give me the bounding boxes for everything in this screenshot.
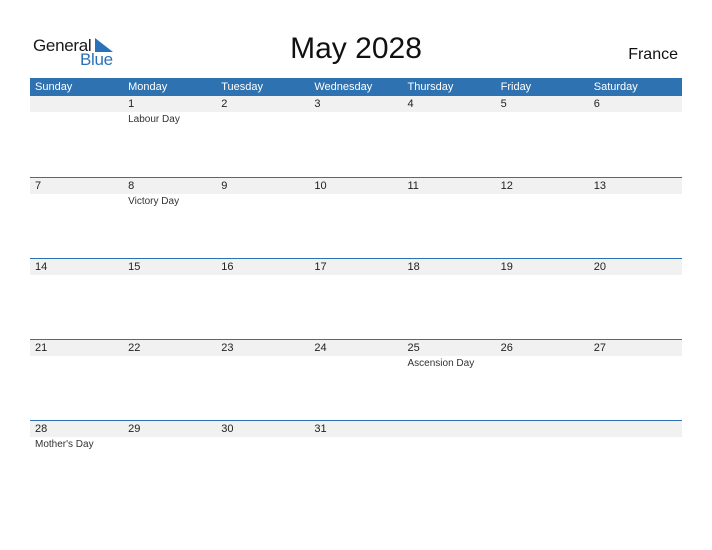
- day-cell: 9: [216, 178, 309, 208]
- day-number: 9: [221, 180, 228, 192]
- day-cell: 22: [123, 340, 216, 370]
- day-cell: 21: [30, 340, 123, 370]
- day-cell: 31: [309, 421, 402, 451]
- day-cell: 10: [309, 178, 402, 208]
- day-cell: 24: [309, 340, 402, 370]
- day-cell: [30, 96, 123, 126]
- day-number: 14: [35, 261, 48, 273]
- week-cells: 1 Labour Day 2 3 4 5 6: [30, 96, 682, 126]
- day-cell: 6: [589, 96, 682, 126]
- day-number: 31: [314, 423, 327, 435]
- day-cell: 17: [309, 259, 402, 276]
- country-label: France: [628, 46, 678, 63]
- weekday-wednesday: Wednesday: [314, 81, 373, 93]
- day-cell: 8 Victory Day: [123, 178, 216, 208]
- week-cells: 14 15 16 17 18 19 20: [30, 259, 682, 276]
- day-number: 15: [128, 261, 141, 273]
- day-number: 25: [407, 342, 420, 354]
- day-cell: 29: [123, 421, 216, 451]
- weekday-thursday: Thursday: [407, 81, 454, 93]
- weekday-tuesday: Tuesday: [221, 81, 264, 93]
- day-number: 18: [407, 261, 420, 273]
- day-number: 3: [314, 98, 321, 110]
- holiday-label: Victory Day: [128, 196, 180, 207]
- day-cell: 7: [30, 178, 123, 208]
- day-number: 7: [35, 180, 42, 192]
- day-number: 16: [221, 261, 234, 273]
- day-cell: [589, 421, 682, 451]
- holiday-label: Labour Day: [128, 114, 180, 125]
- day-number: 26: [500, 342, 513, 354]
- day-cell: 27: [589, 340, 682, 370]
- day-number: 6: [593, 98, 600, 110]
- day-cell: 26: [496, 340, 589, 370]
- day-number: 11: [407, 180, 419, 192]
- weekday-friday: Friday: [500, 81, 532, 93]
- day-cell: [403, 421, 496, 451]
- weekday-monday: Monday: [128, 81, 168, 93]
- day-cell: 20: [589, 259, 682, 276]
- day-number: 30: [221, 423, 234, 435]
- day-number: 19: [500, 261, 513, 273]
- day-cell: 19: [496, 259, 589, 276]
- holiday-label: Ascension Day: [407, 358, 475, 369]
- day-cell: [496, 421, 589, 451]
- day-number: 10: [314, 180, 327, 192]
- week-row: 21 22 23 24 25 Ascension Day 26 27: [30, 339, 682, 420]
- day-number: 24: [314, 342, 327, 354]
- day-number: 21: [35, 342, 48, 354]
- week-cells: 28 Mother's Day 29 30 31: [30, 421, 682, 451]
- day-cell: 23: [216, 340, 309, 370]
- weeks-container: 1 Labour Day 2 3 4 5 6 7 8 Victory Day 9 10 11 12 13 14…: [30, 96, 682, 501]
- day-cell: 14: [30, 259, 123, 276]
- day-number: 20: [593, 261, 606, 273]
- holiday-label: Mother's Day: [35, 439, 94, 450]
- day-cell: 28 Mother's Day: [30, 421, 123, 451]
- day-cell: 30: [216, 421, 309, 451]
- day-number: [594, 421, 682, 437]
- day-cell: 15: [123, 259, 216, 276]
- day-number: 27: [593, 342, 606, 354]
- day-cell: 5: [496, 96, 589, 126]
- weekday-sunday: Sunday: [35, 81, 73, 93]
- week-cells: 7 8 Victory Day 9 10 11 12 13: [30, 178, 682, 208]
- day-cell: 16: [216, 259, 309, 276]
- day-cell: 25 Ascension Day: [403, 340, 496, 370]
- day-number: 17: [314, 261, 327, 273]
- day-number: 13: [593, 180, 606, 192]
- day-number: 23: [221, 342, 234, 354]
- day-number: 22: [128, 342, 141, 354]
- day-cell: 11: [403, 178, 496, 208]
- week-row: 1 Labour Day 2 3 4 5 6: [30, 96, 682, 177]
- day-cell: 1 Labour Day: [123, 96, 216, 126]
- day-number: 28: [35, 423, 48, 435]
- day-cell: 4: [403, 96, 496, 126]
- week-row: 28 Mother's Day 29 30 31: [30, 420, 682, 501]
- day-cell: 3: [309, 96, 402, 126]
- week-cells: 21 22 23 24 25 Ascension Day 26 27: [30, 340, 682, 370]
- day-number: 5: [500, 98, 507, 110]
- weekday-header: Sunday Monday Tuesday Wednesday Thursday…: [30, 78, 682, 96]
- day-number: 12: [500, 180, 513, 192]
- day-number: 2: [221, 98, 228, 110]
- week-row: 7 8 Victory Day 9 10 11 12 13: [30, 177, 682, 258]
- day-cell: 18: [403, 259, 496, 276]
- day-cell: 12: [496, 178, 589, 208]
- day-number: 29: [128, 423, 141, 435]
- day-number: [501, 421, 589, 437]
- day-cell: 2: [216, 96, 309, 126]
- day-number: 1: [128, 98, 135, 110]
- weekday-saturday: Saturday: [593, 81, 638, 93]
- week-row: 14 15 16 17 18 19 20: [30, 258, 682, 339]
- day-cell: 13: [589, 178, 682, 208]
- calendar-grid: Sunday Monday Tuesday Wednesday Thursday…: [30, 78, 682, 501]
- day-number: [408, 421, 496, 437]
- page-title: May 2028: [290, 32, 422, 65]
- day-number: 4: [407, 98, 414, 110]
- day-number: 8: [128, 180, 135, 192]
- day-number: [35, 96, 123, 112]
